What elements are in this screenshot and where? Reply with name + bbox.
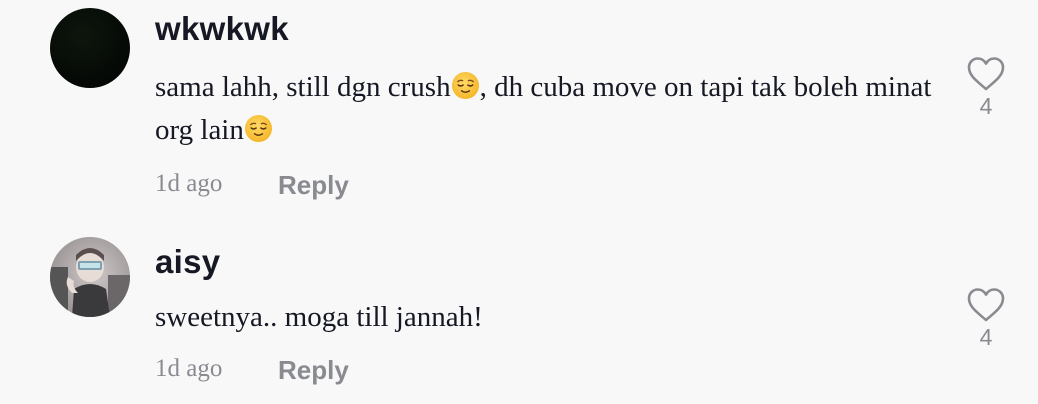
avatar-image bbox=[50, 237, 130, 317]
like-count: 4 bbox=[979, 324, 993, 350]
comment-username[interactable]: wkwkwk bbox=[155, 10, 289, 48]
comment-text: sama lahh, still dgn crush , dh cuba mov… bbox=[155, 66, 945, 152]
relieved-face-emoji-icon bbox=[451, 71, 479, 100]
like-count: 4 bbox=[979, 93, 993, 119]
comment-username[interactable]: aisy bbox=[155, 243, 220, 281]
comment-text: sweetnya.. moga till jannah! bbox=[155, 301, 483, 333]
avatar[interactable] bbox=[50, 8, 130, 88]
like-button[interactable]: 4 bbox=[962, 56, 1010, 120]
comment-timestamp: 1d ago bbox=[155, 170, 223, 197]
heart-icon bbox=[967, 57, 1005, 91]
avatar[interactable] bbox=[50, 237, 130, 317]
heart-icon bbox=[967, 288, 1005, 322]
reply-button[interactable]: Reply bbox=[278, 355, 349, 386]
like-button[interactable]: 4 bbox=[962, 287, 1010, 351]
comment-timestamp: 1d ago bbox=[155, 355, 223, 382]
reply-button[interactable]: Reply bbox=[278, 170, 349, 201]
relieved-face-emoji-icon bbox=[244, 114, 272, 143]
comment-text-part: sama lahh, still dgn crush bbox=[155, 71, 451, 103]
